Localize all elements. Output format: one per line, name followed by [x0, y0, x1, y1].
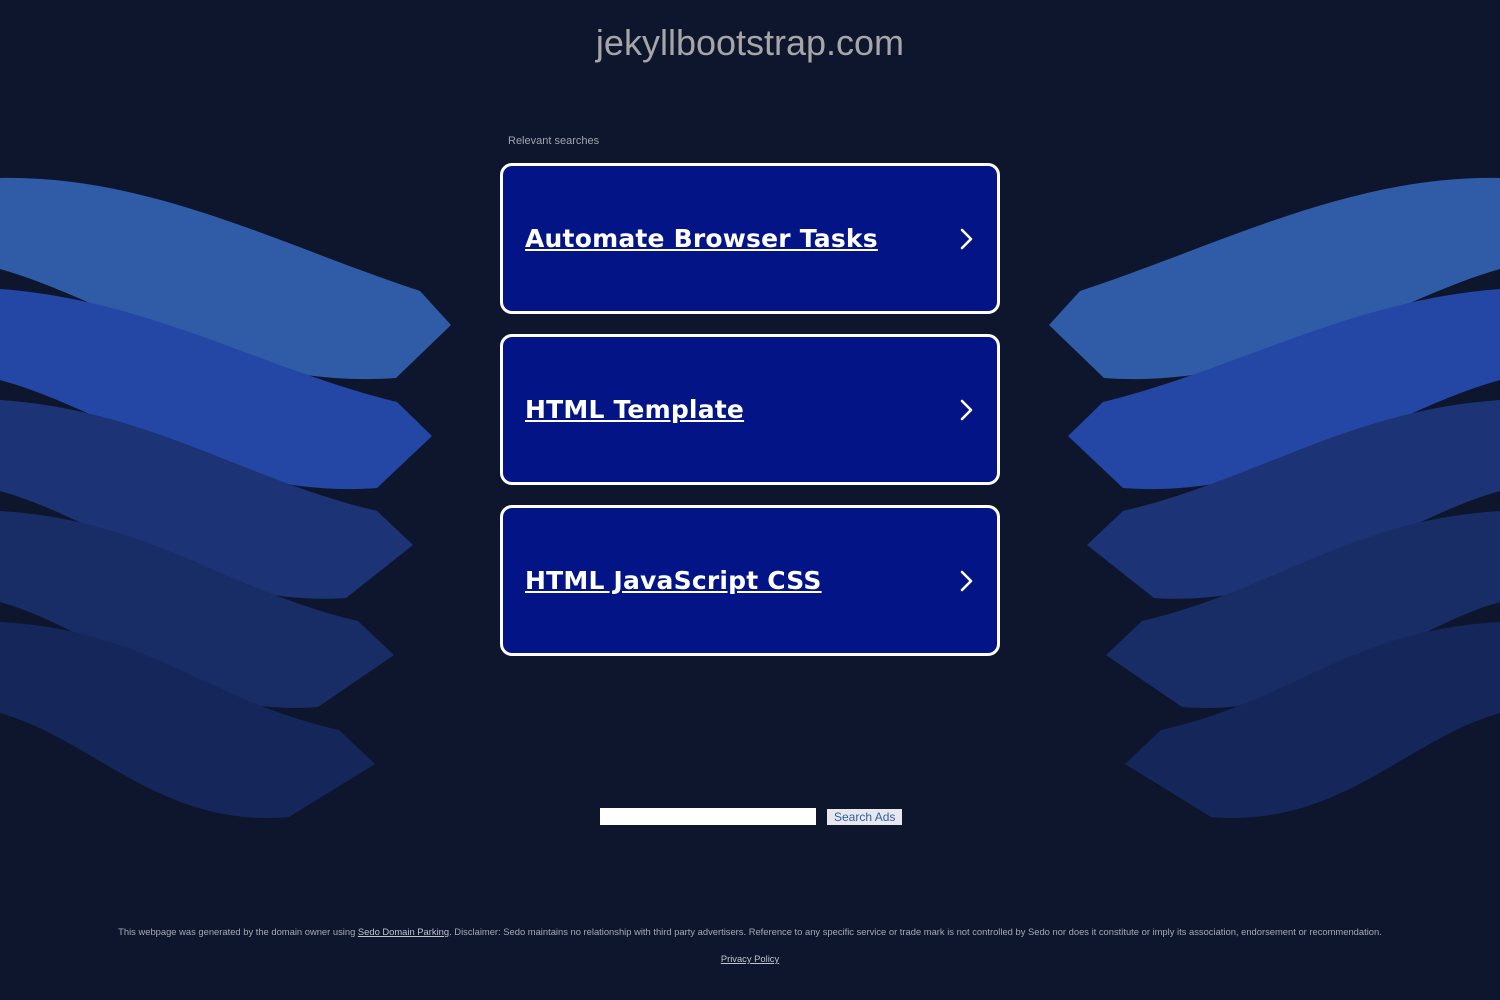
privacy-section: Privacy Policy: [0, 953, 1500, 964]
disclaimer-suffix: . Disclaimer: Sedo maintains no relation…: [449, 926, 1382, 937]
disclaimer-text: This webpage was generated by the domain…: [0, 926, 1500, 937]
privacy-policy-link[interactable]: Privacy Policy: [721, 953, 779, 964]
relevant-searches-label: Relevant searches: [508, 135, 600, 147]
chevron-right-icon: [960, 399, 973, 420]
wave-decoration: [0, 177, 1500, 818]
parking-page: jekyllbootstrap.com Relevant searches Au…: [0, 0, 1500, 1000]
left-waves: [0, 177, 451, 818]
right-waves: [1049, 177, 1500, 818]
result-card-html-javascript-css[interactable]: HTML JavaScript CSS: [500, 505, 1000, 656]
result-card-automate-browser-tasks[interactable]: Automate Browser Tasks: [500, 163, 1000, 314]
result-card-html-template[interactable]: HTML Template: [500, 334, 1000, 485]
result-link-label[interactable]: Automate Browser Tasks: [525, 224, 878, 253]
chevron-right-icon: [960, 228, 973, 249]
disclaimer-prefix: This webpage was generated by the domain…: [118, 926, 358, 937]
result-link-label[interactable]: HTML Template: [525, 395, 744, 424]
search-ads-button[interactable]: Search Ads: [827, 808, 903, 825]
search-form: Search Ads: [600, 808, 903, 825]
result-link-label[interactable]: HTML JavaScript CSS: [525, 566, 822, 595]
search-input[interactable]: [600, 808, 816, 825]
sedo-domain-parking-link[interactable]: Sedo Domain Parking: [358, 926, 449, 937]
chevron-right-icon: [960, 570, 973, 591]
domain-title: jekyllbootstrap.com: [595, 22, 905, 63]
